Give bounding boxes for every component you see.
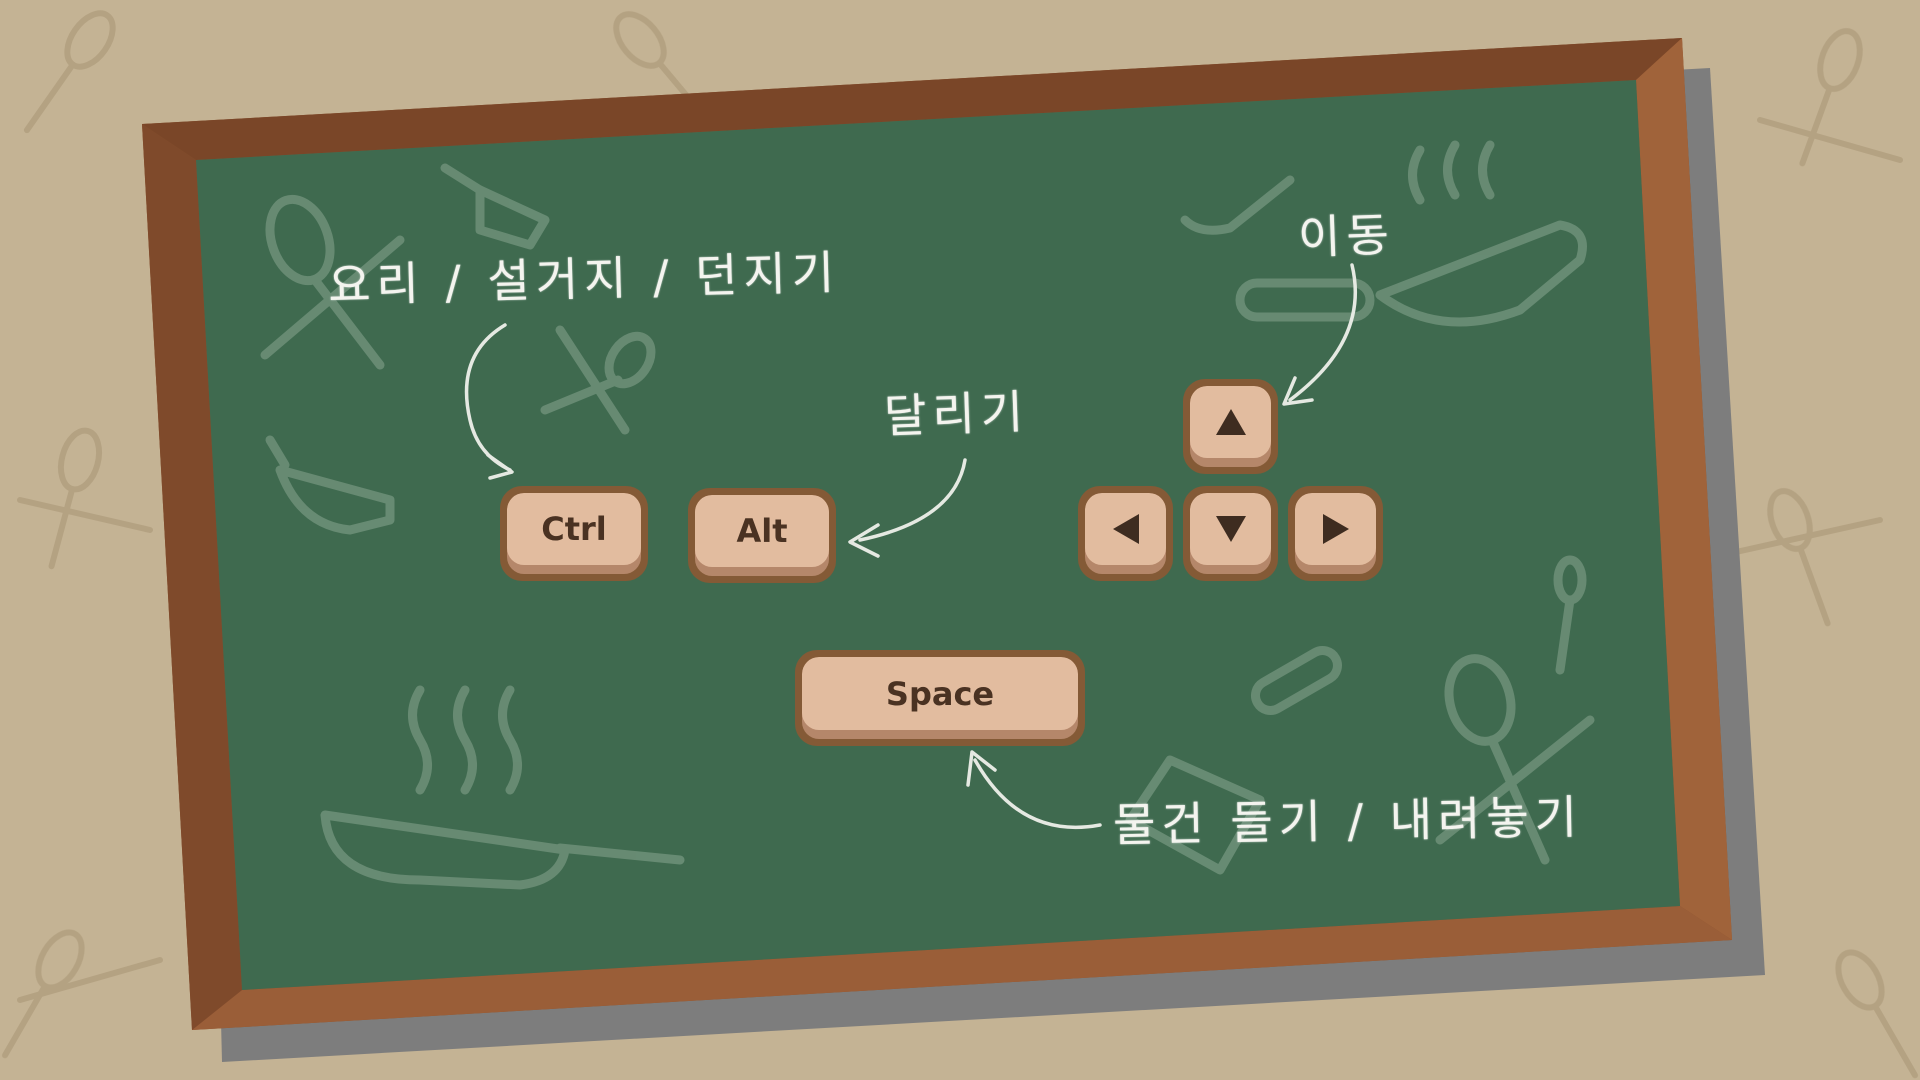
- arrow-left-icon: [1112, 514, 1139, 544]
- arrow-left-key: [1078, 486, 1173, 581]
- move-label: 이동: [1297, 207, 1396, 265]
- ctrl-key: Ctrl: [500, 486, 648, 581]
- space-key: Space: [795, 650, 1085, 746]
- chalkboard: [142, 38, 1732, 1030]
- alt-key-label: Alt: [736, 512, 788, 550]
- run-label: 달리기: [883, 384, 1030, 444]
- pickup-label: 물건 들기 / 내려놓기: [1112, 789, 1584, 853]
- ctrl-key-label: Ctrl: [541, 510, 607, 548]
- arrow-down-key: [1183, 486, 1278, 581]
- space-key-label: Space: [885, 674, 995, 713]
- arrow-down-icon: [1215, 516, 1246, 542]
- arrow-right-icon: [1322, 514, 1349, 544]
- action-label: 요리 / 설거지 / 던지기: [327, 245, 841, 313]
- alt-key: Alt: [688, 488, 836, 583]
- arrow-up-key: [1183, 379, 1278, 474]
- arrow-right-key: [1288, 486, 1383, 581]
- arrow-up-icon: [1215, 409, 1246, 435]
